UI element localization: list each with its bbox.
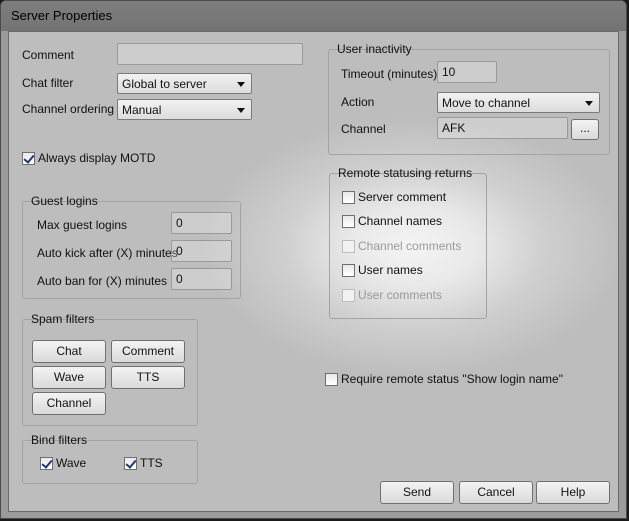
chevron-down-icon — [237, 82, 245, 87]
channel-comments-label: Channel comments — [358, 239, 462, 253]
channel-input[interactable]: AFK — [437, 117, 568, 139]
spam-wave-button[interactable]: Wave — [32, 366, 106, 389]
auto-kick-input[interactable]: 0 — [171, 240, 232, 262]
channel-names-label: Channel names — [358, 214, 443, 228]
check-mark-icon — [125, 457, 137, 469]
auto-ban-input[interactable]: 0 — [171, 268, 232, 290]
server-properties-window: Server Properties Comment Chat filter Gl… — [0, 0, 627, 519]
action-value: Move to channel — [442, 96, 531, 110]
user-comments-label: User comments — [358, 288, 443, 302]
max-guest-logins-label: Max guest logins — [37, 218, 128, 232]
check-mark-icon — [41, 457, 53, 469]
channel-comments-checkbox — [342, 240, 355, 253]
server-comment-label: Server comment — [358, 190, 447, 204]
spam-filters-legend: Spam filters — [31, 312, 95, 326]
guest-logins-legend: Guest logins — [31, 194, 98, 208]
remote-statusing-legend: Remote statusing returns — [338, 166, 473, 180]
help-button[interactable]: Help — [536, 481, 610, 504]
timeout-input[interactable]: 10 — [437, 61, 497, 83]
bind-wave-label: Wave — [56, 456, 87, 470]
chevron-down-icon — [237, 108, 245, 113]
action-select[interactable]: Move to channel — [437, 92, 600, 113]
always-motd-label: Always display MOTD — [38, 151, 156, 165]
bind-tts-label: TTS — [140, 456, 163, 470]
channel-label: Channel — [341, 122, 386, 136]
guest-logins-group: Guest logins Max guest logins 0 Auto kic… — [22, 194, 241, 299]
spam-comment-button[interactable]: Comment — [111, 340, 185, 363]
check-mark-icon — [23, 152, 35, 164]
chevron-down-icon — [585, 101, 593, 106]
channel-ordering-select[interactable]: Manual — [117, 99, 252, 120]
chat-filter-value: Global to server — [122, 77, 207, 91]
comment-label: Comment — [22, 48, 75, 62]
channel-names-checkbox[interactable] — [342, 215, 355, 228]
require-remote-status-checkbox[interactable] — [325, 373, 338, 386]
cancel-button[interactable]: Cancel — [459, 481, 533, 504]
user-names-label: User names — [358, 263, 423, 277]
spam-chat-button[interactable]: Chat — [32, 340, 106, 363]
bind-wave-checkbox[interactable] — [40, 457, 53, 470]
user-names-checkbox[interactable] — [342, 264, 355, 277]
dialog-body: Comment Chat filter Global to server Cha… — [8, 31, 619, 512]
comment-input[interactable] — [117, 43, 303, 65]
chat-filter-label: Chat filter — [22, 76, 74, 90]
window-title: Server Properties — [11, 8, 113, 23]
timeout-label: Timeout (minutes) — [341, 67, 438, 81]
spam-filters-group: Spam filters Chat Comment Wave TTS Chann… — [22, 312, 198, 426]
bind-filters-group: Bind filters Wave TTS — [22, 433, 198, 484]
bind-tts-checkbox[interactable] — [124, 457, 137, 470]
user-inactivity-group: User inactivity Timeout (minutes) 10 Act… — [328, 42, 610, 155]
channel-ordering-label: Channel ordering — [22, 102, 115, 116]
user-comments-checkbox — [342, 289, 355, 302]
chat-filter-select[interactable]: Global to server — [117, 73, 252, 94]
max-guest-logins-input[interactable]: 0 — [171, 212, 232, 234]
server-comment-checkbox[interactable] — [342, 191, 355, 204]
require-remote-status-label: Require remote status "Show login name" — [341, 372, 563, 386]
title-bar[interactable]: Server Properties — [1, 1, 626, 31]
spam-channel-button[interactable]: Channel — [32, 392, 106, 415]
always-motd-checkbox[interactable] — [22, 152, 35, 165]
browse-channel-button[interactable]: ... — [571, 119, 599, 140]
user-inactivity-legend: User inactivity — [337, 42, 412, 56]
send-button[interactable]: Send — [380, 481, 454, 504]
action-label: Action — [341, 95, 375, 109]
bind-filters-legend: Bind filters — [31, 433, 88, 447]
auto-ban-label: Auto ban for (X) minutes — [37, 274, 168, 288]
auto-kick-label: Auto kick after (X) minutes — [37, 246, 178, 260]
spam-tts-button[interactable]: TTS — [111, 366, 185, 389]
remote-statusing-group: Remote statusing returns Server comment … — [329, 166, 487, 319]
channel-ordering-value: Manual — [122, 103, 162, 117]
